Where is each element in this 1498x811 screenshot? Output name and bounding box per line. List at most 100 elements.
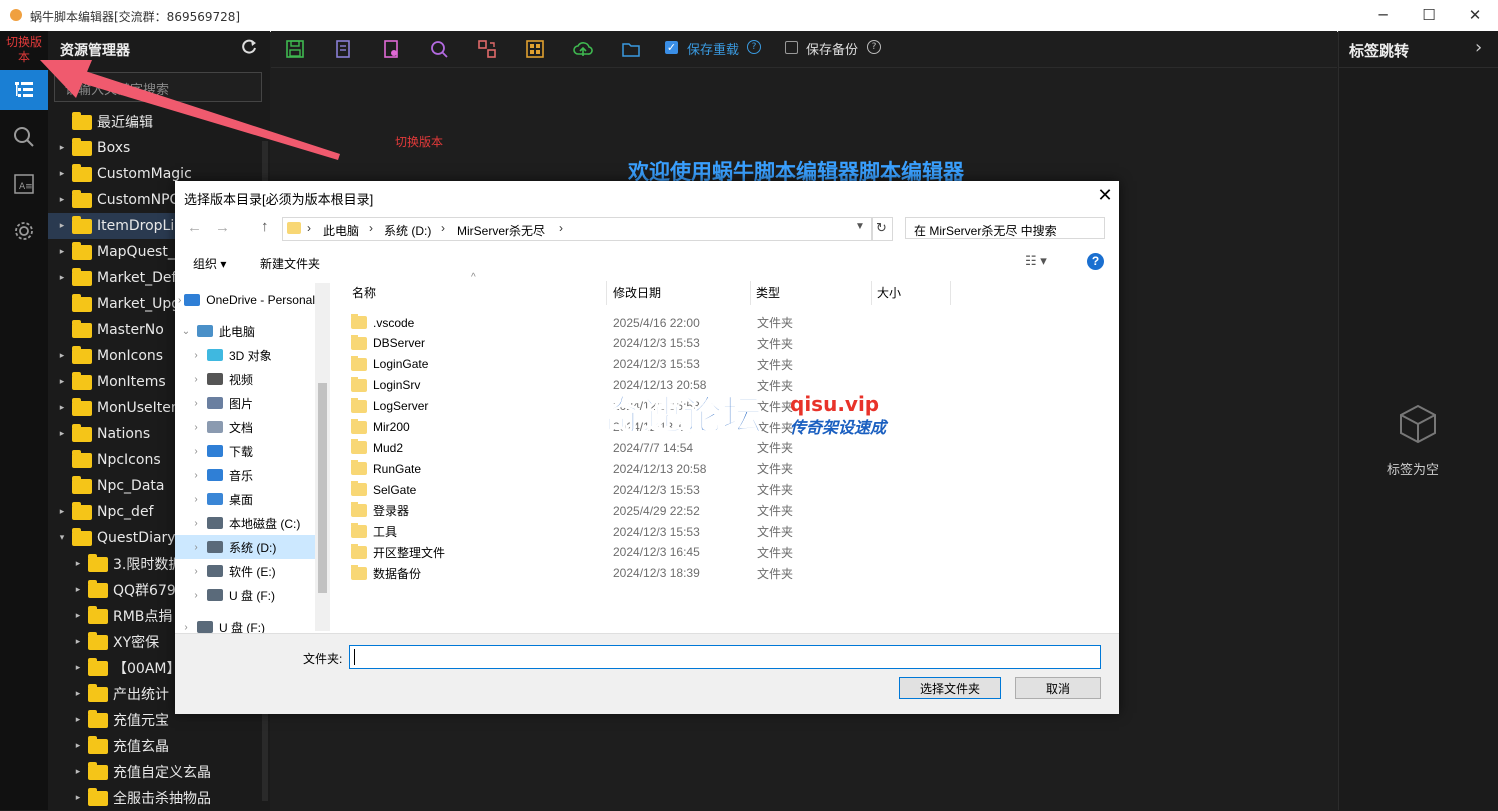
- column-name[interactable]: 名称: [352, 284, 376, 301]
- chevron-right-icon[interactable]: ›: [185, 470, 207, 481]
- nav-item[interactable]: › U 盘 (F:): [175, 583, 325, 607]
- chevron-right-icon[interactable]: ›: [185, 398, 207, 409]
- cancel-button[interactable]: 取消: [1015, 677, 1101, 699]
- maximize-button[interactable]: ☐: [1406, 0, 1452, 31]
- open-folder-icon[interactable]: [620, 38, 642, 60]
- chevron-right-icon[interactable]: ▸: [72, 663, 84, 673]
- settings-icon[interactable]: [0, 211, 48, 251]
- file-row[interactable]: .vscode 2025/4/16 22:00 文件夹: [351, 312, 1111, 333]
- font-tool-icon[interactable]: A≡: [0, 164, 48, 204]
- nav-item[interactable]: › 软件 (E:): [175, 559, 325, 583]
- folder-input[interactable]: [349, 645, 1101, 669]
- organize-button[interactable]: 组织 ▾: [193, 255, 226, 272]
- chevron-right-icon[interactable]: ▸: [72, 585, 84, 595]
- tree-item[interactable]: ▸ 充值自定义玄晶: [48, 759, 294, 785]
- chevron-right-icon[interactable]: ›: [185, 350, 207, 361]
- breadcrumb-mirserver[interactable]: MirServer杀无尽: [457, 222, 545, 239]
- chevron-right-icon[interactable]: ▸: [56, 429, 68, 439]
- nav-item[interactable]: › 音乐: [175, 463, 325, 487]
- tree-item[interactable]: ▸ 充值玄晶: [48, 733, 294, 759]
- tree-item[interactable]: ▸ 全服击杀抽物品: [48, 785, 294, 811]
- save-reload-checkbox[interactable]: ✓: [665, 41, 678, 54]
- chevron-right-icon[interactable]: ›: [1475, 37, 1482, 58]
- chevron-right-icon[interactable]: ›: [185, 494, 207, 505]
- nav-item[interactable]: › 文档: [175, 415, 325, 439]
- up-icon[interactable]: ↑: [261, 218, 269, 235]
- chevron-down-icon[interactable]: ▾: [56, 533, 68, 543]
- chevron-right-icon[interactable]: ▸: [56, 507, 68, 517]
- nav-item[interactable]: ⌄ 此电脑: [175, 319, 315, 343]
- nav-item[interactable]: › 下载: [175, 439, 325, 463]
- column-type[interactable]: 类型: [756, 284, 780, 301]
- chevron-right-icon[interactable]: ▸: [56, 247, 68, 257]
- chevron-right-icon[interactable]: ▸: [72, 611, 84, 621]
- chevron-right-icon[interactable]: ›: [175, 622, 197, 633]
- help-icon[interactable]: ?: [1087, 253, 1104, 270]
- close-window-button[interactable]: ✕: [1452, 0, 1498, 31]
- breadcrumb-drive-d[interactable]: 系统 (D:): [384, 222, 431, 239]
- dialog-refresh-button[interactable]: ↻: [871, 217, 893, 241]
- chevron-right-icon[interactable]: ▸: [56, 351, 68, 361]
- chevron-right-icon[interactable]: ▸: [72, 741, 84, 751]
- new-folder-button[interactable]: 新建文件夹: [260, 255, 320, 272]
- chevron-right-icon[interactable]: ▸: [72, 689, 84, 699]
- minimize-button[interactable]: ─: [1360, 0, 1406, 31]
- chevron-right-icon[interactable]: ▸: [56, 169, 68, 179]
- help-icon[interactable]: ?: [867, 40, 881, 54]
- address-bar[interactable]: › 此电脑 › 系统 (D:) › MirServer杀无尽 › ▼: [282, 217, 873, 241]
- file-row[interactable]: DBServer 2024/12/3 15:53 文件夹: [351, 333, 1111, 354]
- nav-item[interactable]: › 桌面: [175, 487, 325, 511]
- chevron-right-icon[interactable]: ▸: [56, 221, 68, 231]
- file-row[interactable]: 数据备份 2024/12/3 18:39 文件夹: [351, 563, 1111, 584]
- nav-item[interactable]: › 视频: [175, 367, 325, 391]
- chevron-right-icon[interactable]: ▸: [72, 637, 84, 647]
- chevron-right-icon[interactable]: ›: [175, 295, 184, 306]
- breadcrumb-this-pc[interactable]: 此电脑: [323, 222, 359, 239]
- cloud-upload-icon[interactable]: [572, 38, 594, 60]
- column-date[interactable]: 修改日期: [613, 284, 661, 301]
- close-file-icon[interactable]: [380, 38, 402, 60]
- file-row[interactable]: 登录器 2025/4/29 22:52 文件夹: [351, 500, 1111, 521]
- nav-item[interactable]: › OneDrive - Personal: [175, 288, 315, 312]
- chevron-right-icon[interactable]: ›: [185, 518, 207, 529]
- chevron-right-icon[interactable]: ▸: [72, 559, 84, 569]
- replace-icon[interactable]: [476, 38, 498, 60]
- chevron-right-icon[interactable]: ›: [185, 542, 207, 553]
- nav-item[interactable]: › 3D 对象: [175, 343, 325, 367]
- chevron-right-icon[interactable]: ▸: [72, 767, 84, 777]
- help-icon[interactable]: ?: [747, 40, 761, 54]
- grid-tool-icon[interactable]: [524, 38, 546, 60]
- file-row[interactable]: 开区整理文件 2024/12/3 16:45 文件夹: [351, 542, 1111, 563]
- chevron-right-icon[interactable]: ▸: [56, 273, 68, 283]
- chevron-down-icon[interactable]: ▼: [855, 221, 865, 232]
- chevron-right-icon[interactable]: ›: [185, 422, 207, 433]
- view-options-icon[interactable]: ☷ ▾: [1025, 253, 1047, 269]
- chevron-right-icon[interactable]: ▸: [56, 195, 68, 205]
- chevron-right-icon[interactable]: ›: [185, 590, 207, 601]
- file-row[interactable]: 工具 2024/12/3 15:53 文件夹: [351, 521, 1111, 542]
- file-row[interactable]: SelGate 2024/12/3 15:53 文件夹: [351, 479, 1111, 500]
- chevron-right-icon[interactable]: ›: [185, 374, 207, 385]
- chevron-right-icon[interactable]: ›: [185, 566, 207, 577]
- nav-scroll-thumb[interactable]: [318, 383, 327, 593]
- nav-item[interactable]: › 本地磁盘 (C:): [175, 511, 325, 535]
- dialog-close-button[interactable]: ✕: [1093, 183, 1117, 207]
- chevron-right-icon[interactable]: ▸: [72, 715, 84, 725]
- dialog-search-input[interactable]: 在 MirServer杀无尽 中搜索: [905, 217, 1105, 239]
- chevron-right-icon[interactable]: ▸: [56, 403, 68, 413]
- save-backup-checkbox[interactable]: [785, 41, 798, 54]
- select-folder-button[interactable]: 选择文件夹: [899, 677, 1001, 699]
- chevron-down-icon[interactable]: ⌄: [175, 326, 197, 337]
- chevron-right-icon[interactable]: ▸: [72, 793, 84, 803]
- chevron-right-icon[interactable]: ›: [185, 446, 207, 457]
- chevron-right-icon[interactable]: ▸: [56, 377, 68, 387]
- nav-scrollbar[interactable]: [315, 283, 330, 631]
- back-icon[interactable]: ←: [187, 219, 202, 236]
- file-row[interactable]: RunGate 2024/12/13 20:58 文件夹: [351, 458, 1111, 479]
- file-row[interactable]: LoginGate 2024/12/3 15:53 文件夹: [351, 354, 1111, 375]
- column-size[interactable]: 大小: [877, 284, 901, 301]
- forward-icon[interactable]: →: [215, 219, 230, 236]
- find-icon[interactable]: [428, 38, 450, 60]
- nav-item[interactable]: › 系统 (D:): [175, 535, 325, 559]
- nav-item[interactable]: › 图片: [175, 391, 325, 415]
